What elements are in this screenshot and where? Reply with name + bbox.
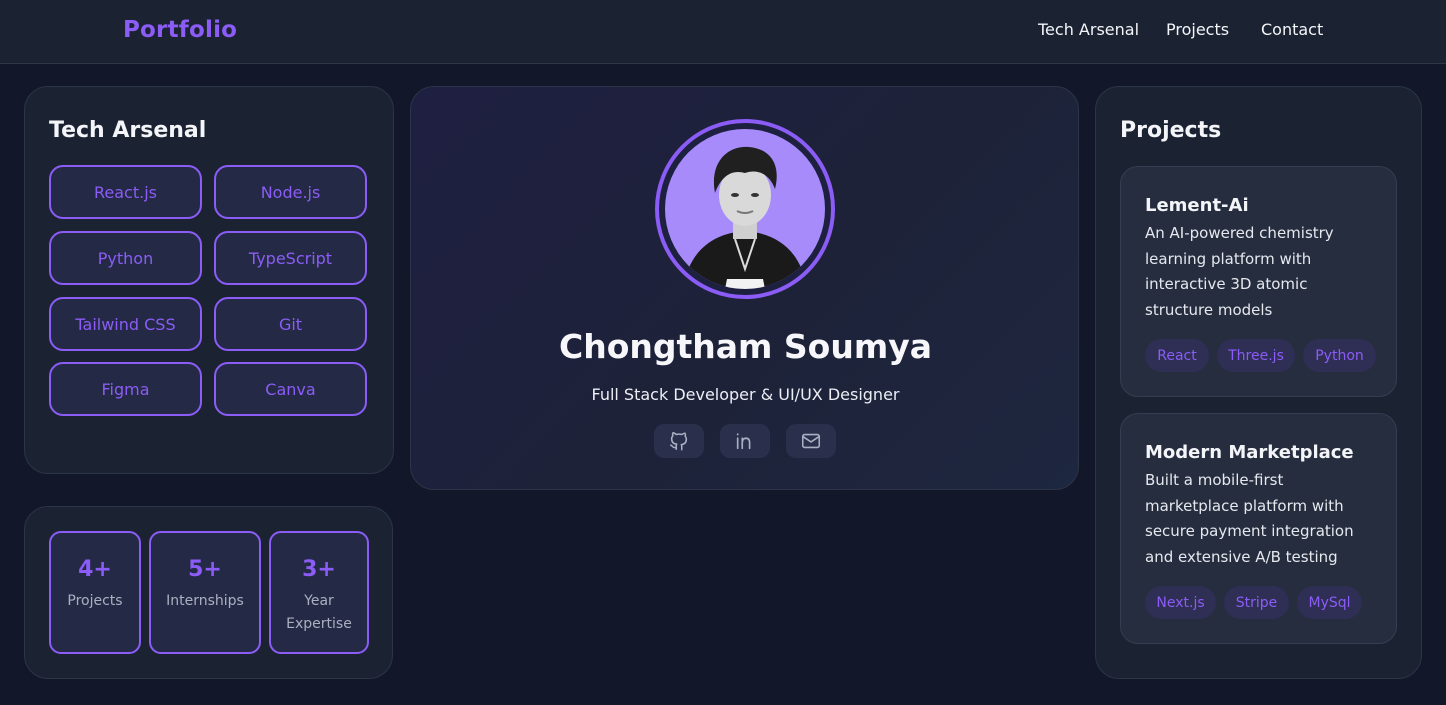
project-tag: Three.js [1217,339,1295,372]
stat-label: Projects [67,593,123,609]
person-portrait-icon [683,146,807,289]
project-title: Lement-Ai [1145,195,1249,216]
nav-link-tech-arsenal[interactable]: Tech Arsenal [1038,20,1139,39]
mail-icon [801,433,821,449]
profile-card: Chongtham Soumya Full Stack Developer & … [410,86,1079,490]
project-description: An AI-powered chemistry learning platfor… [1145,224,1334,320]
projects-card: Projects Lement-Ai An AI-powered chemist… [1095,86,1422,679]
projects-title: Projects [1120,118,1222,143]
stat-value: 3+ [302,557,336,582]
profile-role: Full Stack Developer & UI/UX Designer [591,385,900,404]
project-card-lement-ai[interactable]: Lement-Ai An AI-powered chemistry learni… [1120,166,1397,397]
skill-chip-tailwind[interactable]: Tailwind CSS [49,297,202,351]
project-tag: MySql [1297,586,1362,619]
skill-chip-figma[interactable]: Figma [49,362,202,416]
nav-link-projects[interactable]: Projects [1166,20,1229,39]
github-button[interactable] [654,424,704,458]
project-tag: Stripe [1224,586,1289,619]
stats-card: 4+ Projects 5+ Internships 3+ Year Exper… [24,506,393,679]
tech-arsenal-card: Tech Arsenal React.js Node.js Python Typ… [24,86,394,474]
profile-name: Chongtham Soumya [558,327,932,366]
avatar-ring [655,119,835,299]
stat-value: 5+ [188,557,222,582]
stat-internships: 5+ Internships [149,531,261,654]
stat-expertise: 3+ Year Expertise [269,531,369,654]
project-tag: Python [1303,339,1376,372]
skill-chip-node[interactable]: Node.js [214,165,367,219]
stat-label: Internships [166,593,244,609]
nav-link-contact[interactable]: Contact [1261,20,1323,39]
brand-logo[interactable]: Portfolio [123,17,237,43]
github-icon [669,432,688,451]
tech-arsenal-title: Tech Arsenal [49,118,207,143]
project-description: Built a mobile-first marketplace platfor… [1145,471,1354,567]
linkedin-button[interactable] [720,424,770,458]
stat-value: 4+ [78,557,112,582]
skill-chip-typescript[interactable]: TypeScript [214,231,367,285]
skill-chip-python[interactable]: Python [49,231,202,285]
skill-chip-git[interactable]: Git [214,297,367,351]
skill-chip-canva[interactable]: Canva [214,362,367,416]
stat-label: Year Expertise [286,593,352,632]
linkedin-icon [736,433,751,450]
project-title: Modern Marketplace [1145,442,1354,463]
top-navbar: Portfolio Tech Arsenal Projects Contact [0,0,1446,64]
project-tag: Next.js [1145,586,1216,619]
project-tag: React [1145,339,1209,372]
mail-button[interactable] [786,424,836,458]
avatar [665,129,825,289]
project-card-modern-marketplace[interactable]: Modern Marketplace Built a mobile-first … [1120,413,1397,644]
skill-chip-react[interactable]: React.js [49,165,202,219]
stat-projects: 4+ Projects [49,531,141,654]
